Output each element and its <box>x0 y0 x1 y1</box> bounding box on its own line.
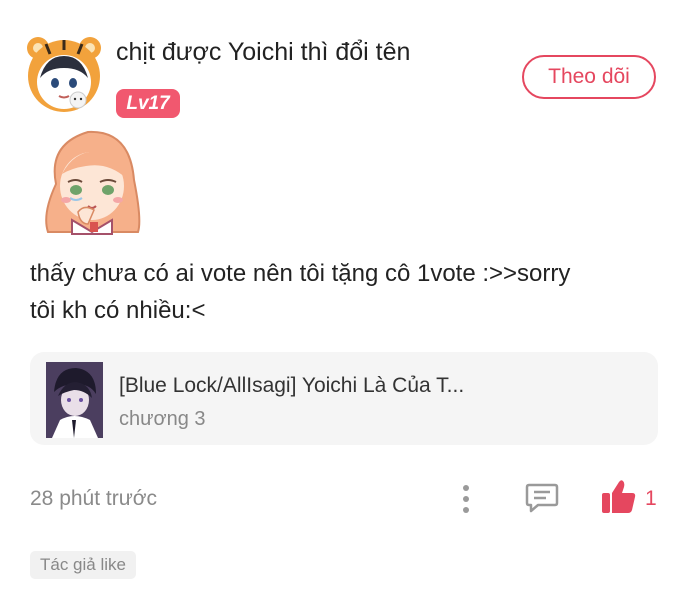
reply-button[interactable] <box>524 481 560 515</box>
comment-line-2: tôi kh có nhiều:< <box>30 297 206 324</box>
thumbs-up-icon <box>602 480 636 513</box>
crying-girl-sticker-icon <box>45 130 141 235</box>
comment-line-1: thấy chưa có ai vote nên tôi tặng cô 1vo… <box>30 260 571 287</box>
tiger-hood-avatar-icon <box>27 37 101 112</box>
author-like-badge: Tác giả like <box>30 551 136 579</box>
comment-text: thấy chưa có ai vote nên tôi tặng cô 1vo… <box>30 255 650 329</box>
story-cover <box>46 362 103 438</box>
username[interactable]: chịt được Yoichi thì đổi tên <box>116 38 410 67</box>
comment-sticker <box>38 124 148 236</box>
more-dots-icon <box>463 485 469 513</box>
like-button[interactable] <box>600 478 638 516</box>
comment-timestamp: 28 phút trước <box>30 487 158 510</box>
reply-icon <box>525 483 559 513</box>
story-chapter: chương 3 <box>119 408 206 430</box>
like-count: 1 <box>645 487 657 510</box>
story-title: [Blue Lock/AllIsagi] Yoichi Là Của T... <box>119 374 465 397</box>
level-badge: Lv17 <box>116 89 180 118</box>
user-avatar[interactable] <box>24 34 104 114</box>
follow-button[interactable]: Theo dõi <box>522 55 656 99</box>
story-card[interactable]: [Blue Lock/AllIsagi] Yoichi Là Của T... … <box>30 352 658 445</box>
story-cover-image <box>46 362 103 438</box>
more-options-button[interactable] <box>456 482 476 516</box>
